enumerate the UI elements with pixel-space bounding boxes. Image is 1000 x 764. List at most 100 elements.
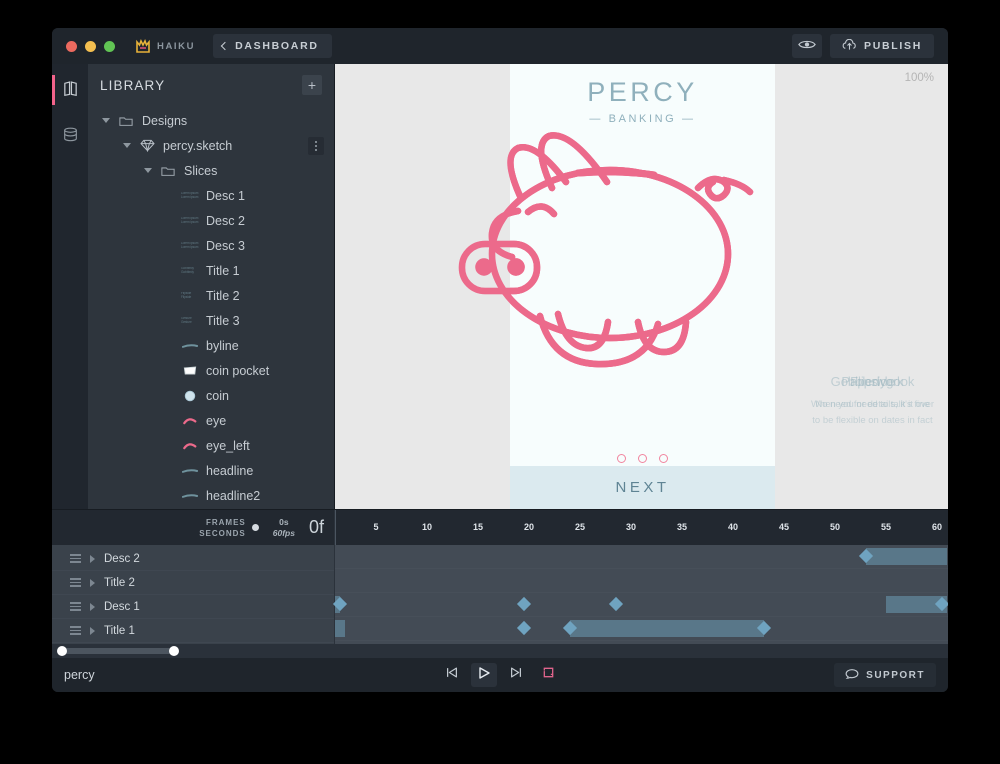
library-tree-item[interactable]: Lorem ipsum Lorem ipsum Desc 3 (88, 233, 334, 258)
library-tree-item-label: Slices (184, 163, 218, 178)
timeline-row-label[interactable]: Title 2 (52, 571, 334, 595)
skip-to-end-button[interactable] (503, 663, 529, 687)
timeline-segment[interactable] (865, 548, 948, 565)
library-tree-item[interactable]: byline (88, 333, 334, 358)
keyframe-marker[interactable] (516, 596, 531, 612)
rail-item-state-inspector[interactable] (52, 124, 88, 150)
eye-arc-shape-icon (181, 440, 199, 452)
minimize-window-button[interactable] (85, 40, 96, 52)
ruler-tick: 5 (373, 522, 379, 532)
library-tree-item-label: headline (206, 463, 254, 478)
pager-dot[interactable] (659, 454, 668, 463)
main-area: LIBRARY + Designs percy.sketch Slices Lorem… (52, 64, 948, 509)
pager-dots[interactable] (510, 454, 775, 463)
caret-down-icon[interactable] (102, 118, 110, 123)
ruler-tick: 35 (676, 522, 688, 532)
units-seconds-label[interactable]: SECONDS (199, 528, 246, 539)
next-button[interactable]: NEXT (510, 466, 775, 509)
circle-shape-icon (181, 390, 199, 402)
scroll-handle-right[interactable] (169, 646, 179, 656)
frame-counter[interactable]: 0f (309, 517, 324, 538)
row-drag-handle-icon[interactable] (70, 626, 81, 635)
keyframe-marker[interactable] (516, 620, 531, 636)
timeline-scrollbar-track[interactable] (57, 646, 942, 656)
timeline-segment[interactable] (569, 620, 764, 637)
library-tree-item[interactable]: Flipside Flipside Title 2 (88, 283, 334, 308)
publish-button[interactable]: PUBLISH (830, 34, 934, 58)
library-tree-item-label: coin (206, 388, 229, 403)
timeline-row-label[interactable]: Desc 2 (52, 547, 334, 571)
timeline-track[interactable] (335, 569, 948, 593)
timeline-scrollbar[interactable] (52, 644, 948, 658)
caret-down-icon[interactable] (123, 143, 131, 148)
keyframe-marker[interactable] (608, 596, 623, 612)
timeline-row-label[interactable]: Title 1 (52, 619, 334, 643)
units-toggle-knob[interactable] (251, 524, 259, 531)
loop-button[interactable] (535, 663, 561, 687)
preview-button[interactable] (792, 34, 822, 58)
app-brand: HAIKU (135, 38, 195, 54)
support-button[interactable]: SUPPORT (834, 663, 936, 687)
tree-item-menu-button[interactable] (308, 136, 324, 155)
timeline-track[interactable] (335, 617, 948, 641)
row-drag-handle-icon[interactable] (70, 602, 81, 611)
units-frames-label[interactable]: FRAMES (199, 517, 246, 528)
library-tree-item[interactable]: Gesture Gesture Title 3 (88, 308, 334, 333)
library-tree-item[interactable]: Slices (88, 158, 334, 183)
folder-icon (159, 165, 177, 177)
skip-to-start-button[interactable] (439, 663, 465, 687)
timeline-scrollbar-thumb[interactable] (58, 648, 176, 654)
ghost-title-stack: Gobbledygook Flipside Paperwork (785, 374, 948, 389)
row-drag-handle-icon[interactable] (70, 554, 81, 563)
add-library-item-button[interactable]: + (302, 75, 322, 95)
library-tree-item[interactable]: headline (88, 458, 334, 483)
canvas-stage[interactable]: 100% PERCY — BANKING — NEXT Gobbledygook… (334, 64, 948, 509)
caret-down-icon[interactable] (144, 168, 152, 173)
close-window-button[interactable] (66, 40, 77, 52)
row-expand-caret-icon[interactable] (90, 626, 95, 635)
timeline-row-label[interactable]: Desc 1 (52, 595, 334, 619)
dashboard-button[interactable]: DASHBOARD (213, 34, 332, 58)
library-tree-item-label: eye_left (206, 438, 250, 453)
library-tree-item[interactable]: headline2 (88, 483, 334, 508)
haiku-logo-icon (135, 38, 151, 54)
playhead[interactable] (335, 510, 336, 545)
timeline-row-name: Title 1 (104, 624, 135, 637)
timeline-track[interactable] (333, 593, 948, 617)
units-toggle[interactable]: FRAMES SECONDS (199, 517, 259, 539)
timeline-ruler[interactable]: 5 10 15 20 25 30 35 40 45 50 55 60 (334, 510, 948, 545)
library-tree-item-label: Title 2 (206, 288, 240, 303)
library-tree-item[interactable]: coin pocket (88, 358, 334, 383)
pager-dot[interactable] (617, 454, 626, 463)
timeline-segment[interactable] (335, 620, 346, 637)
library-tree-item[interactable]: eye (88, 408, 334, 433)
library-tree-item[interactable]: Lorem ipsum Lorem ipsum Desc 2 (88, 208, 334, 233)
library-tree-item[interactable]: Gobbledy Gobbledy Title 1 (88, 258, 334, 283)
library-tree-item[interactable]: Designs (88, 108, 334, 133)
timeline-track[interactable] (335, 545, 948, 569)
zoom-level-label: 100% (904, 72, 934, 84)
rail-item-library[interactable] (52, 75, 88, 105)
ruler-tick: 15 (472, 522, 484, 532)
pager-dot[interactable] (638, 454, 647, 463)
library-tree-item[interactable]: eye_left (88, 433, 334, 458)
left-icon-rail (52, 64, 88, 509)
artboard-subtitle: — BANKING — (589, 113, 696, 125)
chat-bubble-icon (845, 668, 859, 683)
scroll-handle-left[interactable] (57, 646, 67, 656)
row-drag-handle-icon[interactable] (70, 578, 81, 587)
library-tree-item[interactable]: percy.sketch (88, 133, 334, 158)
row-expand-caret-icon[interactable] (90, 602, 95, 611)
artboard-title: PERCY (587, 77, 698, 107)
library-tree-item[interactable]: coin (88, 383, 334, 408)
library-tree: Designs percy.sketch Slices Lorem ipsum Lore… (88, 106, 334, 509)
window-controls[interactable] (52, 40, 115, 52)
play-button[interactable] (471, 663, 497, 687)
maximize-window-button[interactable] (104, 40, 115, 52)
ruler-tick: 10 (421, 522, 433, 532)
row-expand-caret-icon[interactable] (90, 578, 95, 587)
library-tree-item[interactable]: Lorem ipsum Lorem ipsum Desc 1 (88, 183, 334, 208)
row-expand-caret-icon[interactable] (90, 554, 95, 563)
project-name-label[interactable]: percy (64, 668, 95, 682)
timeline-tracks[interactable] (333, 545, 948, 644)
